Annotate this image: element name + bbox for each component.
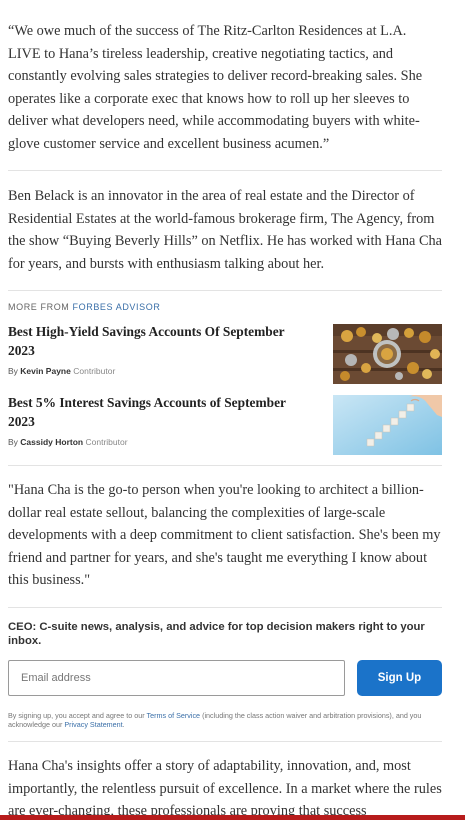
divider — [8, 170, 442, 171]
more-from-brand-link[interactable]: FORBES ADVISOR — [73, 302, 161, 312]
body-paragraph: Hana Cha's insights offer a story of ada… — [8, 758, 442, 820]
author-link[interactable]: Kevin Payne — [20, 366, 71, 376]
recommendation-title[interactable]: Best High-Yield Savings Accounts Of Sept… — [8, 322, 308, 360]
body-paragraph: Ben Belack is an innovator in the area o… — [8, 188, 442, 272]
author-role: Contributor — [85, 437, 128, 447]
newsletter-title: CEO: C-suite news, analysis, and advice … — [8, 621, 425, 647]
author-role: Contributor — [73, 366, 116, 376]
bottom-accent-bar — [0, 815, 465, 820]
recommendation-title[interactable]: Best 5% Interest Savings Accounts of Sep… — [8, 393, 308, 431]
quote-paragraph: “We owe much of the success of The Ritz-… — [8, 23, 423, 152]
privacy-statement-link[interactable]: Privacy Statement — [64, 720, 122, 729]
more-from-prefix: MORE FROM — [8, 302, 70, 312]
byline-by: By — [8, 366, 18, 376]
more-from-label: MORE FROM FORBES ADVISOR — [8, 302, 160, 312]
divider — [8, 607, 442, 608]
disclaimer-text: By signing up, you accept and agree to o… — [8, 711, 145, 720]
recommendation-byline: By Kevin Payne Contributor — [8, 366, 115, 376]
author-link[interactable]: Cassidy Horton — [20, 437, 83, 447]
email-field[interactable] — [8, 660, 345, 696]
recommendation-card[interactable]: Best High-Yield Savings Accounts Of Sept… — [8, 322, 442, 384]
quote-paragraph: "Hana Cha is the go-to person when you'r… — [8, 482, 441, 589]
sign-up-button[interactable]: Sign Up — [357, 660, 442, 696]
divider — [8, 290, 442, 291]
recommendation-byline: By Cassidy Horton Contributor — [8, 437, 128, 447]
recommendation-card[interactable]: Best 5% Interest Savings Accounts of Sep… — [8, 393, 442, 455]
divider — [8, 465, 442, 466]
terms-of-service-link[interactable]: Terms of Service — [147, 711, 201, 720]
coins-photo-icon[interactable] — [333, 324, 442, 384]
stairs-blocks-photo-icon[interactable] — [333, 395, 442, 455]
disclaimer-text: . — [122, 720, 125, 729]
divider — [8, 741, 442, 742]
newsletter-disclaimer: By signing up, you accept and agree to o… — [8, 711, 442, 729]
byline-by: By — [8, 437, 18, 447]
